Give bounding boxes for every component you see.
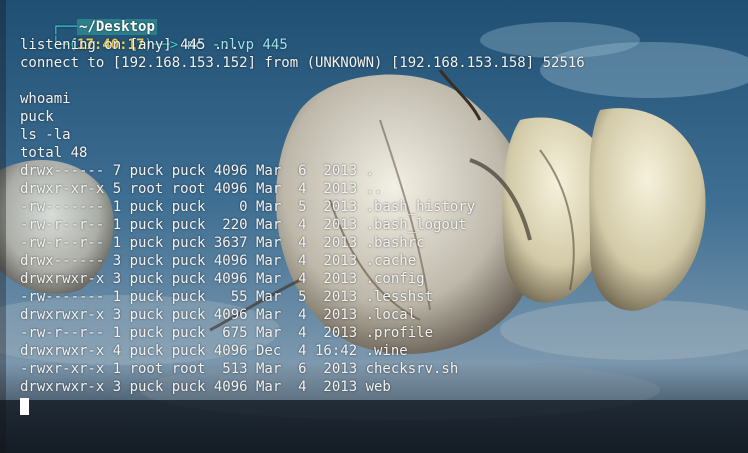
output-line: -rwxr-xr-x 1 root root 513 Mar 6 2013 ch… <box>20 361 459 377</box>
output-line: puck <box>20 109 54 125</box>
terminal-cursor[interactable] <box>20 398 29 415</box>
output-line: whoami <box>20 91 71 107</box>
output-line: drwxrwxr-x 3 puck puck 4096 Mar 4 2013 .… <box>20 271 425 287</box>
output-line: drwxrwxr-x 3 puck puck 4096 Mar 4 2013 .… <box>20 307 417 323</box>
output-line: drwx------ 3 puck puck 4096 Mar 4 2013 .… <box>20 253 417 269</box>
output-line: drwxrwxr-x 3 puck puck 4096 Mar 4 2013 w… <box>20 379 391 395</box>
output-line: drwxrwxr-x 4 puck puck 4096 Dec 4 16:42 … <box>20 343 408 359</box>
output-line: -rw------- 1 puck puck 0 Mar 5 2013 .bas… <box>20 199 476 215</box>
output-line: drwxr-xr-x 5 root root 4096 Mar 4 2013 .… <box>20 181 383 197</box>
output-line: drwx------ 7 puck puck 4096 Mar 6 2013 . <box>20 163 375 179</box>
terminal-window[interactable]: ┌── ~/Desktop └─(17:40:17)──> nc -nlvp 44… <box>0 0 748 453</box>
output-line: -rw-r--r-- 1 puck puck 220 Mar 4 2013 .b… <box>20 217 467 233</box>
output-line: -rw------- 1 puck puck 55 Mar 5 2013 .le… <box>20 289 434 305</box>
output-line: connect to [192.168.153.152] from (UNKNO… <box>20 55 585 71</box>
output-line: -rw-r--r-- 1 puck puck 675 Mar 4 2013 .p… <box>20 325 434 341</box>
output-line: -rw-r--r-- 1 puck puck 3637 Mar 4 2013 .… <box>20 235 425 251</box>
output-line: total 48 <box>20 145 88 161</box>
output-line: ls -la <box>20 127 71 143</box>
output-line: listening on [any] 445 ... <box>20 37 240 53</box>
